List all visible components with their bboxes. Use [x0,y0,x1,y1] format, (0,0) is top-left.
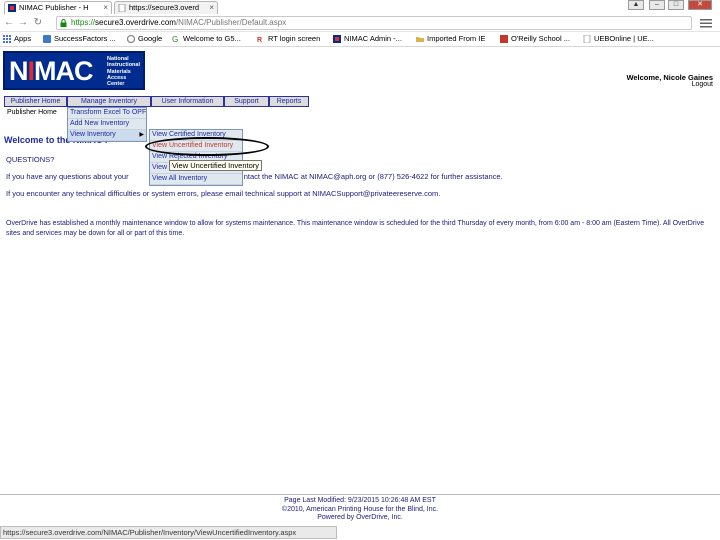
tab-nimac-publisher[interactable]: NIMAC Publisher - H × [4,1,112,14]
bookmark-label: Welcome to G5... [183,34,241,43]
nav-reports[interactable]: Reports [269,96,309,107]
logo-tagline: National Instructional Materials Access … [107,56,141,88]
tab-close-icon[interactable]: × [209,2,214,13]
menu-item-view-inventory[interactable]: View Inventory ▶ [68,130,146,141]
page-icon [583,35,591,43]
maximize-icon[interactable]: □ [668,0,684,10]
bookmarks-bar: Apps SuccessFactors ... Google G Welcome… [0,32,720,47]
tab-secure3[interactable]: https://secure3.overd × [114,1,218,14]
support-line: If you encounter any technical difficult… [6,189,441,198]
bookmark-label: O'Reilly School ... [511,34,570,43]
bookmark-uebonline[interactable]: UEBOnline | UE... [583,33,654,45]
folder-icon [416,37,424,42]
submenu-arrow-icon: ▶ [139,132,144,138]
browser-chrome: NIMAC Publisher - H × https://secure3.ov… [0,0,720,48]
bookmark-oreilly[interactable]: O'Reilly School ... [500,33,570,45]
bookmark-imported-ie[interactable]: Imported From IE [416,33,485,45]
browser-toolbar: ← → ↻ https://secure3.overdrive.com/NIMA… [0,14,720,32]
url-scheme: https:// [71,18,96,27]
logout-link[interactable]: Logout [692,81,713,88]
bookmark-label: SuccessFactors ... [54,34,116,43]
url-path: /NIMAC/Publisher/Default.aspx [175,18,287,27]
tab-strip: NIMAC Publisher - H × https://secure3.ov… [0,0,720,14]
nimac-icon [333,35,341,43]
tab-close-icon[interactable]: × [103,2,108,13]
nav-manage-inventory[interactable]: Manage Inventory [67,96,151,107]
svg-text:R: R [257,37,262,43]
copyright: ©2010, American Printing House for the B… [281,505,439,513]
tab-title: NIMAC Publisher - H [19,3,89,12]
menu-item-add-new-inventory[interactable]: Add New Inventory [68,119,146,130]
bookmark-successfactors[interactable]: SuccessFactors ... [43,33,116,45]
page-icon [118,4,126,12]
forward-icon[interactable]: → [18,17,28,29]
rt-icon: R [257,37,262,43]
status-bar: https://secure3.overdrive.com/NIMAC/Publ… [0,526,337,539]
contact-line: If you have any questions about your nta… [6,172,503,181]
hamburger-menu-icon[interactable] [700,18,712,28]
address-bar[interactable]: https://secure3.overdrive.com/NIMAC/Publ… [56,16,692,30]
bookmark-g5[interactable]: G Welcome to G5... [172,33,241,45]
apps-grid-icon [3,35,11,43]
menu-item-transform-excel[interactable]: Transform Excel To OPF [68,108,146,119]
annotation-circle [145,137,269,156]
support-email-link[interactable]: NIMACSupport@privateereserve.com [312,189,438,198]
url-host: secure3.overdrive.com [95,18,176,27]
bookmark-google[interactable]: Google [127,33,162,45]
bookmark-label: Google [138,34,163,43]
bookmark-rt-login[interactable]: R RT login screen [257,33,320,45]
tooltip: View Uncertified Inventory [169,160,262,171]
nimac-favicon-icon [8,4,16,12]
questions-label: QUESTIONS? [6,155,55,164]
nav-user-information[interactable]: User Information [151,96,224,107]
oreilly-icon [500,35,508,43]
maintenance-notice: OverDrive has established a monthly main… [6,220,705,237]
bookmark-label: NIMAC Admin -... [344,34,402,43]
web-page: NIMAC National Instructional Materials A… [0,48,720,526]
last-modified: Page Last Modified: 9/23/2015 10:26:48 A… [284,497,436,504]
reload-icon[interactable]: ↻ [33,17,43,29]
tab-title: https://secure3.overd [129,3,200,12]
window-close-icon[interactable]: ✕ [688,0,712,10]
nav-support[interactable]: Support [224,96,269,107]
logo-wordmark: NIMAC [9,56,94,86]
svg-text:G: G [172,35,178,43]
minimize-icon[interactable]: – [649,0,665,10]
main-nav: Publisher Home Manage Inventory User Inf… [4,96,309,108]
back-icon[interactable]: ← [4,17,14,29]
page-footer: Page Last Modified: 9/23/2015 10:26:48 A… [0,494,720,523]
subnav-label: Publisher Home [7,109,57,116]
nimac-email-link[interactable]: NIMAC@aph.org [309,172,366,181]
user-icon[interactable]: ▲ [628,0,644,10]
powered-by: Powered by OverDrive, Inc. [317,514,403,521]
g5-icon: G [172,35,178,43]
nav-publisher-home[interactable]: Publisher Home [4,96,67,107]
lock-icon [60,19,67,27]
bookmark-nimac-admin[interactable]: NIMAC Admin -... [333,33,402,45]
bookmark-apps[interactable]: Apps [3,33,31,45]
bookmark-label: RT login screen [268,34,321,43]
bookmark-label: Apps [14,34,32,43]
bookmark-label: Imported From IE [427,34,486,43]
nimac-logo[interactable]: NIMAC National Instructional Materials A… [3,51,145,90]
google-icon [127,35,135,43]
manage-inventory-dropdown: Transform Excel To OPF Add New Inventory… [67,107,147,142]
successfactors-icon [43,35,51,43]
bookmark-label: UEBOnline | UE... [594,34,654,43]
